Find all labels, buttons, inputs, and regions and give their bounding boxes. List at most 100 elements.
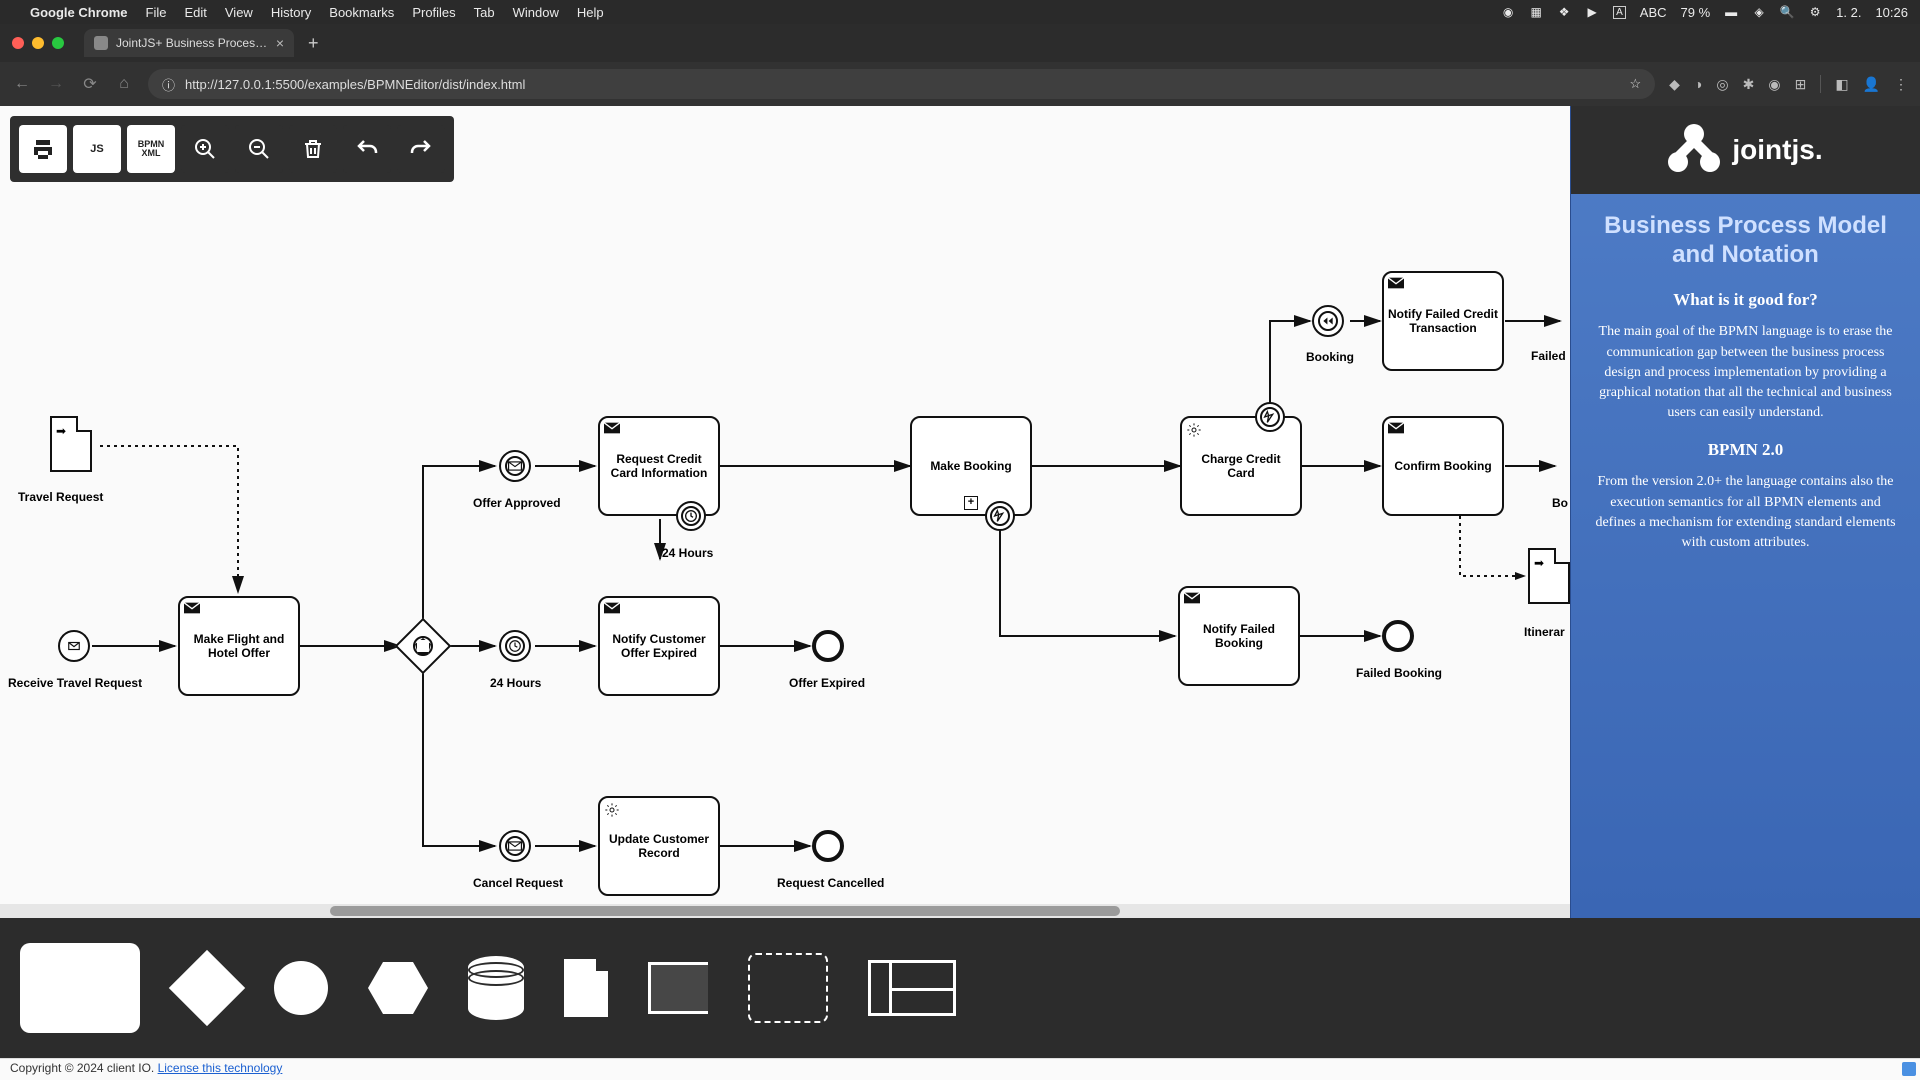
site-info-icon[interactable]: ⓘ	[162, 75, 175, 94]
stencil-pool[interactable]	[868, 960, 956, 1016]
stencil-task[interactable]	[20, 943, 140, 1033]
task-notify-expired[interactable]: Notify Customer Offer Expired	[598, 596, 720, 696]
redo-button[interactable]	[397, 125, 445, 173]
intermediate-event-booking[interactable]	[1312, 305, 1344, 337]
menu-tab[interactable]: Tab	[474, 5, 495, 20]
menu-window[interactable]: Window	[513, 5, 559, 20]
stencil-dataobject[interactable]	[564, 959, 608, 1017]
message-marker-icon	[1388, 422, 1404, 434]
extensions-icon[interactable]: ⊞	[1795, 76, 1807, 93]
corner-widget-icon[interactable]	[1902, 1062, 1916, 1076]
task-confirm-booking[interactable]: Confirm Booking	[1382, 416, 1504, 516]
menubar-app[interactable]: Google Chrome	[30, 5, 128, 20]
end-event-request-cancelled[interactable]	[812, 830, 844, 862]
data-object-itinerary[interactable]: ➡	[1528, 548, 1570, 604]
task-notify-failed-booking[interactable]: Notify Failed Booking	[1178, 586, 1300, 686]
brand-text: jointjs.	[1732, 134, 1822, 166]
intermediate-event-cancel[interactable]	[499, 830, 531, 862]
footer-license-link[interactable]: License this technology	[158, 1061, 283, 1075]
back-button[interactable]: ←	[12, 75, 32, 93]
menu-help[interactable]: Help	[577, 5, 604, 20]
task-request-cc[interactable]: Request Credit Card Information	[598, 416, 720, 516]
menubar-date[interactable]: 1. 2.	[1836, 5, 1861, 20]
data-object-travel-request[interactable]: ➡	[50, 416, 92, 472]
tab-close-icon[interactable]: ×	[276, 35, 284, 51]
menu-history[interactable]: History	[271, 5, 311, 20]
stencil-gateway[interactable]	[169, 950, 245, 1026]
home-button[interactable]: ⌂	[114, 75, 134, 93]
print-button[interactable]	[19, 125, 67, 173]
forward-button[interactable]: →	[46, 75, 66, 93]
bpmn-canvas[interactable]: JS BPMNXML	[0, 106, 1570, 918]
boundary-timer-req-cc[interactable]	[676, 501, 706, 531]
reload-button[interactable]: ⟳	[80, 74, 100, 94]
stencil-annotation[interactable]	[648, 962, 708, 1014]
browser-tab[interactable]: JointJS+ Business Process M ×	[84, 29, 294, 57]
subprocess-make-booking[interactable]: Make Booking +	[910, 416, 1032, 516]
menu-view[interactable]: View	[225, 5, 253, 20]
ext1-icon[interactable]: ◆	[1669, 76, 1680, 93]
stencil-datastore[interactable]	[468, 956, 524, 1020]
ext5-icon[interactable]: ◉	[1768, 76, 1780, 93]
task-update-record[interactable]: Update Customer Record	[598, 796, 720, 896]
start-event-receive-travel[interactable]	[58, 630, 90, 662]
task-make-offer[interactable]: Make Flight and Hotel Offer	[178, 596, 300, 696]
menu-profiles[interactable]: Profiles	[412, 5, 455, 20]
task-notify-failed-cc[interactable]: Notify Failed Credit Transaction	[1382, 271, 1504, 371]
wifi-icon[interactable]: ◈	[1752, 5, 1766, 19]
page-footer: Copyright © 2024 client IO. License this…	[0, 1058, 1920, 1080]
info-sidepanel: jointjs. Business Process Model and Nota…	[1570, 106, 1920, 918]
stencil-event[interactable]	[274, 961, 328, 1015]
service-gear-icon	[1186, 422, 1202, 441]
subprocess-expand-icon[interactable]: +	[964, 496, 978, 510]
spotlight-icon[interactable]: 🔍	[1780, 5, 1794, 19]
export-bpmn-xml-button[interactable]: BPMNXML	[127, 125, 175, 173]
ext4-icon[interactable]: ✱	[1743, 76, 1755, 93]
battery-pct[interactable]: 79 %	[1681, 5, 1711, 20]
undo-button[interactable]	[343, 125, 391, 173]
canvas-horizontal-scrollbar[interactable]	[0, 904, 1570, 918]
task-charge-cc[interactable]: Charge Credit Card	[1180, 416, 1302, 516]
edges-layer	[0, 106, 1570, 918]
zoom-in-button[interactable]	[181, 125, 229, 173]
scrollbar-thumb[interactable]	[330, 906, 1120, 916]
input-source[interactable]: ABC	[1640, 5, 1667, 20]
intermediate-event-offer-approved[interactable]	[499, 450, 531, 482]
close-window-icon[interactable]	[12, 37, 24, 49]
chrome-tabstrip: JointJS+ Business Process M × +	[0, 24, 1920, 62]
boundary-event-make-booking[interactable]	[985, 501, 1015, 531]
bookmark-star-icon[interactable]: ☆	[1630, 76, 1642, 92]
new-tab-button[interactable]: +	[302, 33, 325, 54]
input-source-icon[interactable]: A	[1613, 6, 1626, 19]
record-icon[interactable]: ◉	[1501, 5, 1515, 19]
stencil-conversation[interactable]	[368, 962, 428, 1014]
zoom-out-button[interactable]	[235, 125, 283, 173]
menu-edit[interactable]: Edit	[184, 5, 206, 20]
play-icon[interactable]: ▶	[1585, 5, 1599, 19]
stencil-group[interactable]	[748, 953, 828, 1023]
chrome-menu-icon[interactable]: ⋮	[1894, 76, 1908, 93]
battery-icon[interactable]: ▬	[1724, 5, 1738, 19]
export-js-button[interactable]: JS	[73, 125, 121, 173]
profile-icon[interactable]: 👤	[1863, 76, 1880, 93]
menubar-time[interactable]: 10:26	[1875, 5, 1908, 20]
control-center-icon[interactable]: ⚙	[1808, 5, 1822, 19]
footer-copy: Copyright © 2024 client IO.	[10, 1061, 158, 1075]
zoom-window-icon[interactable]	[52, 37, 64, 49]
intermediate-event-timer-a[interactable]	[499, 630, 531, 662]
address-bar[interactable]: ⓘ http://127.0.0.1:5500/examples/BPMNEdi…	[148, 69, 1655, 99]
boundary-event-charge-cc[interactable]	[1255, 402, 1285, 432]
event-gateway[interactable]	[395, 618, 452, 675]
ext3-icon[interactable]: ◎	[1716, 76, 1728, 93]
menu-bookmarks[interactable]: Bookmarks	[329, 5, 394, 20]
ext2-icon[interactable]: ◑	[1694, 76, 1702, 92]
stage-manager-icon[interactable]: ▦	[1529, 5, 1543, 19]
delete-button[interactable]	[289, 125, 337, 173]
cloud-icon[interactable]: ❖	[1557, 5, 1571, 19]
minimize-window-icon[interactable]	[32, 37, 44, 49]
menu-file[interactable]: File	[146, 5, 167, 20]
task-update-record-label: Update Customer Record	[604, 832, 714, 860]
sidepanel-icon[interactable]: ◧	[1835, 76, 1848, 93]
end-event-failed-booking[interactable]	[1382, 620, 1414, 652]
end-event-offer-expired[interactable]	[812, 630, 844, 662]
